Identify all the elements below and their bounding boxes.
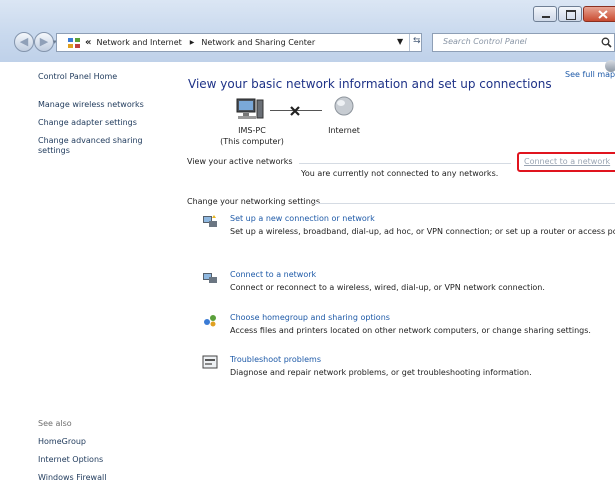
page-title: View your basic network information and … [188,77,552,91]
task-title[interactable]: Connect to a network [230,270,316,279]
search-icon[interactable] [601,37,612,48]
sidebar-change-advanced-sharing[interactable]: Change advanced sharing settings [38,136,163,156]
divider [299,163,511,164]
minimize-icon [542,16,550,18]
maximize-icon [566,10,576,20]
back-button[interactable]: ◀ [14,32,34,52]
address-overflow[interactable]: « [85,37,91,48]
close-icon [598,10,608,19]
close-button[interactable] [583,6,615,22]
task-title[interactable]: Troubleshoot problems [230,355,321,364]
forward-button[interactable]: ▶ [34,32,54,52]
internet-label: Internet [328,126,360,135]
computer-sub: (This computer) [220,137,284,146]
network-setup-icon [203,215,217,227]
task-description: Connect or reconnect to a wireless, wire… [230,283,545,292]
task-title[interactable]: Set up a new connection or network [230,214,375,223]
control-panel-icon [68,37,80,48]
main-content: View your basic network information and … [172,60,615,495]
address-bar[interactable]: « Network and Internet ▶ Network and Sha… [56,33,422,52]
minimize-button[interactable] [533,6,557,22]
homegroup-icon [204,315,216,327]
back-arrow-icon: ◀ [19,35,29,48]
task-description: Access files and printers located on oth… [230,326,591,335]
forward-arrow-icon: ▶ [39,35,49,48]
breadcrumb-network-and-sharing-center[interactable]: Network and Sharing Center [201,38,315,47]
task-description: Diagnose and repair network problems, or… [230,368,532,377]
computer-name: IMS-PC [238,126,266,135]
chevron-down-icon[interactable]: ▼ [397,37,403,46]
connect-to-network-link[interactable]: Connect to a network [524,157,610,166]
search-box[interactable]: Search Control Panel [432,33,615,52]
sidebar-change-adapter-settings[interactable]: Change adapter settings [38,118,137,128]
breadcrumb-separator-icon[interactable]: ▶ [190,39,195,46]
search-input[interactable]: Search Control Panel [443,37,527,46]
see-also-windows-firewall[interactable]: Windows Firewall [38,473,106,483]
sidebar-manage-wireless-networks[interactable]: Manage wireless networks [38,100,144,110]
refresh-icon[interactable]: ⇆ [413,36,421,46]
active-networks-heading: View your active networks [187,157,293,166]
window-titlebar: ◀ ▶ ▾ « Network and Internet ▶ Network a… [0,0,615,62]
disconnected-x-icon [290,106,300,116]
network-connect-icon [203,273,217,283]
troubleshoot-icon [202,355,218,369]
task-description: Set up a wireless, broadband, dial-up, a… [230,227,615,236]
change-settings-heading: Change your networking settings [187,197,321,206]
breadcrumb-network-and-internet[interactable]: Network and Internet [96,38,181,47]
computer-icon[interactable] [234,97,266,121]
not-connected-status: You are currently not connected to any n… [301,169,499,178]
see-also-internet-options[interactable]: Internet Options [38,455,103,465]
see-also-heading: See also [38,419,72,428]
divider [314,203,615,204]
task-title[interactable]: Choose homegroup and sharing options [230,313,390,322]
internet-globe-icon[interactable] [333,95,355,117]
maximize-button[interactable] [558,6,582,22]
sidebar-control-panel-home[interactable]: Control Panel Home [38,72,117,82]
see-full-map-link[interactable]: See full map [565,70,615,79]
see-also-homegroup[interactable]: HomeGroup [38,437,86,447]
sidebar: Control Panel Home Manage wireless netwo… [0,62,172,495]
